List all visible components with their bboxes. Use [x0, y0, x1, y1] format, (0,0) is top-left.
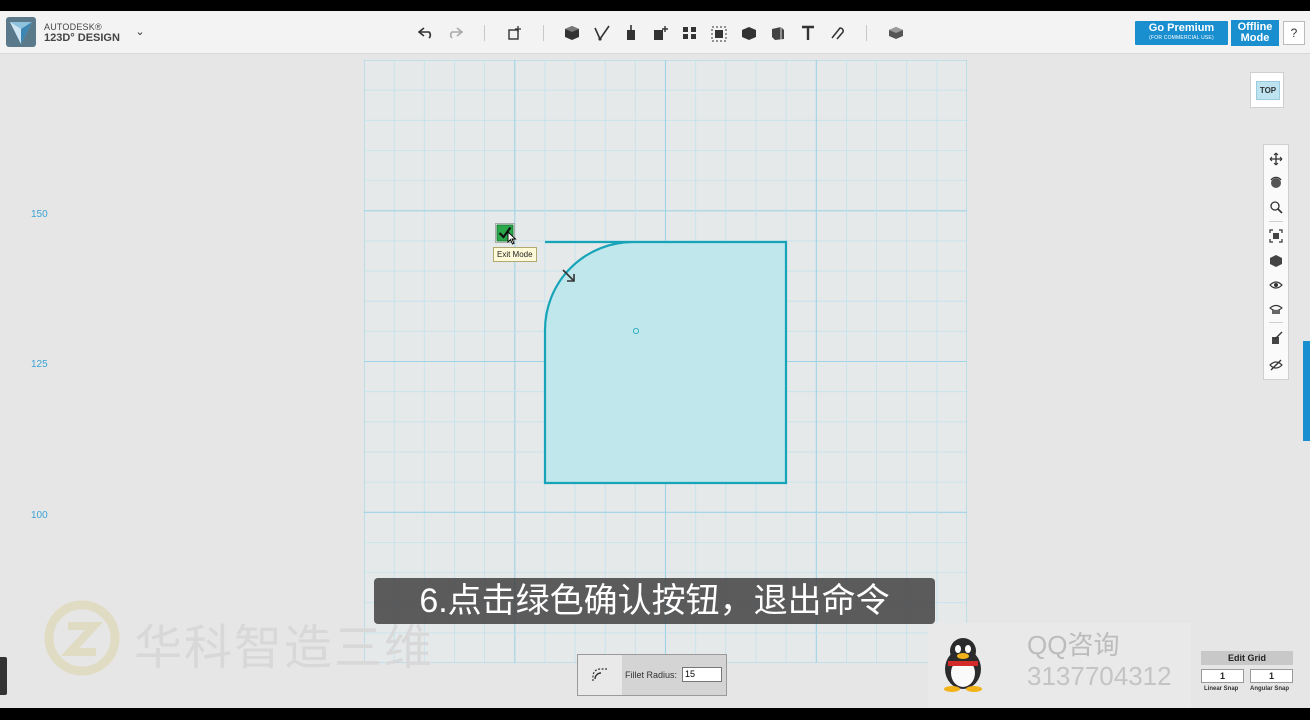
side-panel-tab[interactable]: [1303, 341, 1310, 441]
axis-label-125: 125: [31, 359, 48, 370]
edit-grid-panel: Edit Grid 1 1 Linear Snap Angular Snap: [1200, 651, 1294, 697]
zoom-icon[interactable]: [1268, 199, 1284, 215]
watermark-logo-icon: [44, 600, 120, 676]
orbit-icon[interactable]: [1268, 175, 1284, 191]
design-viewport[interactable]: 150 125 100 TOP Exit Mode 华科智造三维 QQ咨询 31…: [0, 54, 1310, 708]
transform-icon[interactable]: [503, 22, 525, 44]
exit-mode-tooltip: Exit Mode: [493, 247, 537, 262]
construct-icon[interactable]: [620, 22, 642, 44]
measure-icon[interactable]: [767, 22, 789, 44]
top-toolbar: AUTODESK® 123D° DESIGN ⌄ Go Premium (FOR…: [0, 11, 1310, 54]
app-brand: AUTODESK® 123D° DESIGN: [44, 22, 120, 44]
help-button[interactable]: ?: [1283, 21, 1305, 45]
app-window: AUTODESK® 123D° DESIGN ⌄ Go Premium (FOR…: [0, 11, 1310, 708]
angular-snap-field[interactable]: 1: [1250, 669, 1293, 683]
go-premium-sub: (FOR COMMERCIAL USE): [1149, 35, 1214, 41]
modify-icon[interactable]: [649, 22, 671, 44]
left-panel-tab[interactable]: [0, 657, 7, 695]
qq-title: QQ咨询: [1027, 630, 1120, 660]
visibility-icon[interactable]: [1268, 277, 1284, 293]
qq-penguin-icon: [944, 638, 982, 692]
text-icon[interactable]: [797, 22, 819, 44]
fillet-radius-panel: Fillet Radius: 15: [577, 654, 727, 696]
linear-snap-field[interactable]: 1: [1201, 669, 1244, 683]
pan-icon[interactable]: [1268, 151, 1284, 167]
snap-view-icon[interactable]: [1268, 330, 1284, 346]
material-view-icon[interactable]: [1268, 300, 1284, 316]
pattern-icon[interactable]: [679, 22, 701, 44]
sketch-icon[interactable]: [591, 22, 613, 44]
angular-snap-label: Angular Snap: [1250, 686, 1290, 692]
fillet-tool-icon[interactable]: [578, 655, 623, 695]
snap-icon[interactable]: [826, 22, 848, 44]
fit-icon[interactable]: [1268, 228, 1284, 244]
chevron-down-icon[interactable]: ⌄: [133, 25, 147, 39]
combine-icon[interactable]: [738, 22, 760, 44]
mouse-cursor-icon: [507, 231, 517, 245]
redo-icon[interactable]: [444, 22, 466, 44]
edit-grid-button[interactable]: Edit Grid: [1201, 651, 1293, 665]
fillet-radius-input[interactable]: 15: [682, 667, 722, 682]
hide-sketch-icon[interactable]: [1268, 357, 1284, 373]
perspective-icon[interactable]: [1268, 253, 1284, 269]
nav-divider: [1269, 322, 1283, 323]
grouping-icon[interactable]: [708, 22, 730, 44]
toolbar-divider: [866, 25, 867, 41]
axis-label-100: 100: [31, 510, 48, 521]
navigation-bar: [1263, 144, 1289, 380]
qq-number: 3137704312: [1027, 661, 1172, 691]
fillet-controls: Fillet Radius: 15: [622, 655, 726, 695]
brand-product: 123D° DESIGN: [44, 32, 120, 44]
offline-mode-button[interactable]: Offline Mode: [1231, 20, 1279, 46]
fillet-radius-label: Fillet Radius:: [625, 670, 678, 680]
view-cube-top-face[interactable]: TOP: [1256, 81, 1280, 100]
linear-snap-label: Linear Snap: [1204, 686, 1239, 692]
video-subtitle: 6.点击绿色确认按钮，退出命令: [374, 578, 935, 624]
go-premium-label: Go Premium: [1148, 22, 1215, 34]
fillet-drag-handle-icon[interactable]: [561, 268, 577, 284]
go-premium-button[interactable]: Go Premium (FOR COMMERCIAL USE): [1135, 21, 1228, 45]
primitives-icon[interactable]: [561, 22, 583, 44]
nav-divider: [1269, 221, 1283, 222]
axis-label-150: 150: [31, 209, 48, 220]
app-logo-icon: [6, 17, 36, 47]
filleted-sketch-shape: [543, 240, 788, 485]
offline-label-2: Mode: [1240, 32, 1270, 44]
materials-icon[interactable]: [885, 22, 907, 44]
sketch-grid: [364, 60, 967, 663]
qq-contact-box: QQ咨询 3137704312: [928, 623, 1191, 708]
toolbar-divider: [484, 25, 485, 41]
view-cube[interactable]: TOP: [1250, 72, 1284, 108]
toolbar-divider: [543, 25, 544, 41]
undo-icon[interactable]: [415, 22, 437, 44]
